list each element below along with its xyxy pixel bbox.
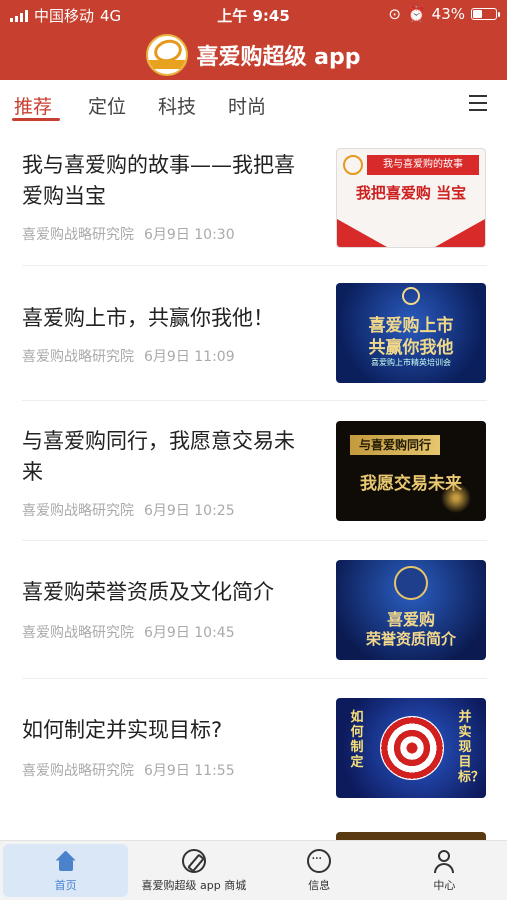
tab-fashion[interactable]: 时尚	[228, 92, 266, 119]
article-meta: 喜爱购战略研究院 6月9日 10:25	[22, 500, 235, 520]
divider	[22, 678, 487, 679]
tab-location[interactable]: 定位	[88, 92, 126, 119]
compass-icon	[181, 848, 206, 873]
nav-label: 喜爱购超级 app 商城	[141, 878, 247, 892]
thumb-caption: 我与喜爱购的故事	[367, 155, 479, 175]
nav-label: 中心	[433, 878, 456, 892]
menu-icon[interactable]	[469, 95, 487, 111]
thumb-right-text: 并实现目标？	[458, 710, 485, 785]
article-date: 6月9日 11:09	[144, 349, 235, 365]
thumb-headline: 喜爱购	[386, 610, 435, 629]
article-thumbnail[interactable]: 如何制定 并实现目标？	[336, 698, 486, 798]
article-title[interactable]: 我与喜爱购的故事——我把喜爱购当宝	[22, 150, 312, 212]
article-thumbnail[interactable]: 我与喜爱购的故事 我把喜爱购 当宝	[336, 148, 486, 248]
chat-icon	[307, 848, 332, 873]
thumb-left-text: 如何制定	[350, 710, 364, 770]
nav-label: 首页	[54, 878, 77, 892]
app-top-bar: 中国移动 4G 上午 9:45 ⊙ ⏰ 43% 喜爱购超级 app	[0, 0, 507, 80]
article-title[interactable]: 与喜爱购同行，我愿意交易未来	[22, 426, 312, 488]
nav-messages[interactable]: 信息	[257, 841, 382, 900]
article-date: 6月9日 11:55	[144, 763, 235, 779]
article-source: 喜爱购战略研究院	[22, 227, 134, 243]
app-header: 喜爱购超级 app	[0, 30, 507, 80]
nav-mall[interactable]: 喜爱购超级 app 商城	[131, 841, 256, 900]
thumb-headline: 我把喜爱购 当宝	[355, 184, 467, 202]
emblem-icon	[394, 566, 428, 600]
article-date: 6月9日 10:45	[144, 625, 235, 641]
thumb-subheadline: 荣誉资质简介	[365, 630, 456, 648]
article-meta: 喜爱购战略研究院 6月9日 11:55	[22, 760, 235, 780]
target-icon	[380, 716, 444, 780]
divider	[22, 400, 487, 401]
lock-rotation-icon: ⊙	[388, 5, 401, 23]
status-bar: 中国移动 4G 上午 9:45 ⊙ ⏰ 43%	[0, 0, 507, 30]
article-thumbnail[interactable]: 喜爱购上市 共赢你我他 喜爱购上市精英培训会	[336, 283, 486, 383]
battery-icon	[471, 8, 500, 20]
bottom-navigation: 首页 喜爱购超级 app 商城 信息 中心	[0, 840, 507, 900]
article-thumbnail[interactable]: 与喜爱购同行 我愿交易未来	[336, 421, 486, 521]
category-tabs: 推荐 定位 科技 时尚	[0, 80, 507, 126]
active-tab-indicator	[12, 118, 60, 121]
article-source: 喜爱购战略研究院	[22, 349, 134, 365]
nav-home[interactable]: 首页	[3, 844, 129, 897]
battery-percent: 43%	[431, 5, 465, 23]
article-source: 喜爱购战略研究院	[22, 503, 134, 519]
article-thumbnail[interactable]: 喜爱购 荣誉资质简介	[336, 560, 486, 660]
article-title[interactable]: 喜爱购荣誉资质及文化简介	[22, 577, 312, 608]
article-meta: 喜爱购战略研究院 6月9日 11:09	[22, 346, 235, 366]
divider	[22, 540, 487, 541]
article-source: 喜爱购战略研究院	[22, 763, 134, 779]
article-date: 6月9日 10:25	[144, 503, 235, 519]
alarm-icon: ⏰	[406, 5, 426, 23]
article-title[interactable]: 如何制定并实现目标?	[22, 715, 312, 746]
article-title[interactable]: 喜爱购上市，共赢你我他！	[22, 303, 312, 334]
article-source: 喜爱购战略研究院	[22, 625, 134, 641]
nav-label: 信息	[308, 878, 331, 892]
tab-recommended[interactable]: 推荐	[14, 92, 52, 119]
divider	[22, 265, 487, 266]
thumb-caption: 与喜爱购同行	[350, 435, 440, 455]
article-meta: 喜爱购战略研究院 6月9日 10:45	[22, 622, 235, 642]
thumb-subheadline: 共赢你我他	[368, 338, 454, 358]
user-icon	[432, 849, 456, 873]
app-logo	[146, 34, 189, 76]
article-meta: 喜爱购战略研究院 6月9日 10:30	[22, 224, 235, 244]
thumb-caption: 喜爱购上市精英培训会	[371, 358, 451, 367]
app-title: 喜爱购超级 app	[196, 45, 361, 70]
article-date: 6月9日 10:30	[144, 227, 235, 243]
article-thumbnail-partial	[336, 832, 486, 840]
nav-profile[interactable]: 中心	[382, 841, 507, 900]
tab-technology[interactable]: 科技	[158, 92, 196, 119]
home-icon	[54, 849, 78, 873]
